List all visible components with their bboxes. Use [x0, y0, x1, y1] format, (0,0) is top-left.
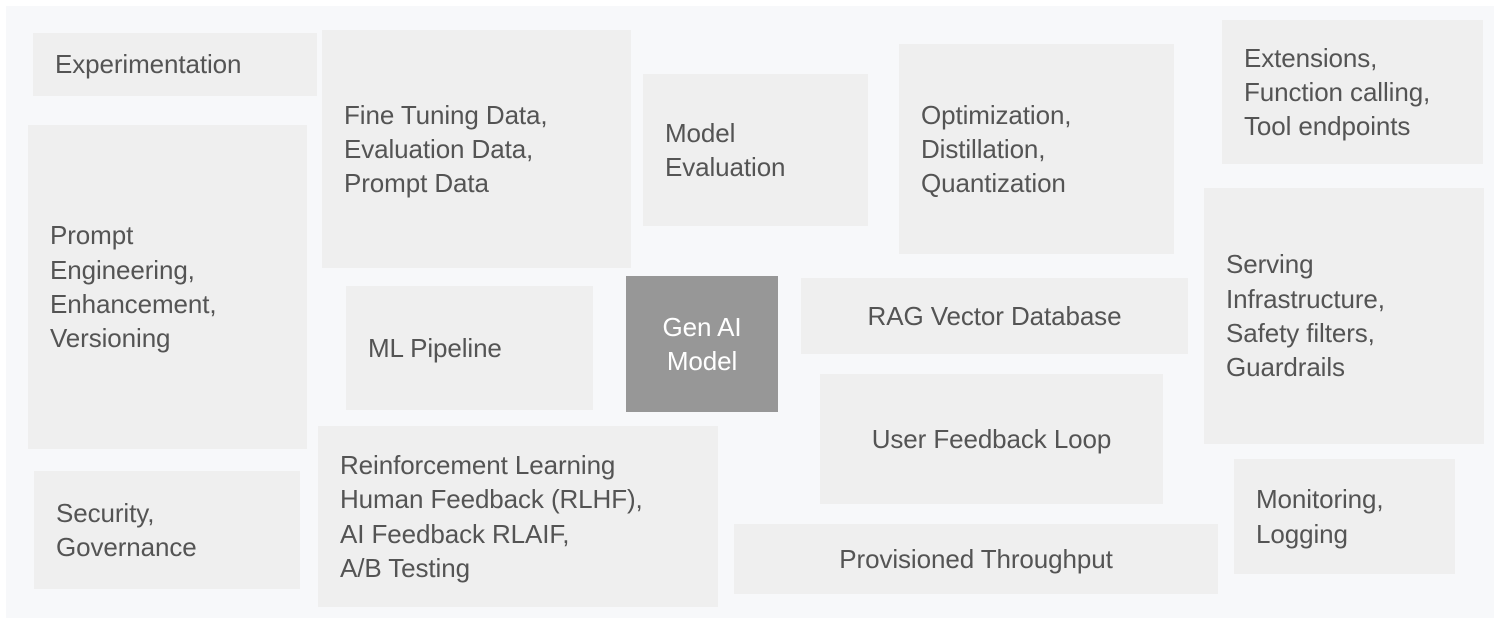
diagram-node-extensions: Extensions, Function calling, Tool endpo… — [1222, 20, 1483, 164]
diagram-node-user-feedback-loop: User Feedback Loop — [820, 374, 1163, 504]
diagram-node-ml-pipeline: ML Pipeline — [346, 286, 593, 410]
diagram-node-optimization: Optimization, Distillation, Quantization — [899, 44, 1174, 254]
diagram-node-fine-tuning-data: Fine Tuning Data, Evaluation Data, Promp… — [322, 30, 631, 268]
diagram-node-model-evaluation: Model Evaluation — [643, 74, 868, 226]
diagram-node-gen-ai-model: Gen AI Model — [626, 276, 778, 412]
diagram-canvas: Experimentation Prompt Engineering, Enhan… — [0, 0, 1500, 624]
diagram-node-serving-infrastructure: Serving Infrastructure, Safety filters, … — [1204, 188, 1484, 444]
diagram-node-monitoring-logging: Monitoring, Logging — [1234, 459, 1455, 574]
diagram-node-prompt-engineering: Prompt Engineering, Enhancement, Version… — [28, 125, 307, 449]
diagram-node-experimentation: Experimentation — [33, 33, 317, 96]
diagram-node-rlhf: Reinforcement Learning Human Feedback (R… — [318, 426, 718, 607]
diagram-node-rag-vector-database: RAG Vector Database — [801, 278, 1188, 354]
diagram-node-provisioned-throughput: Provisioned Throughput — [734, 524, 1218, 594]
diagram-node-security-governance: Security, Governance — [34, 471, 300, 589]
